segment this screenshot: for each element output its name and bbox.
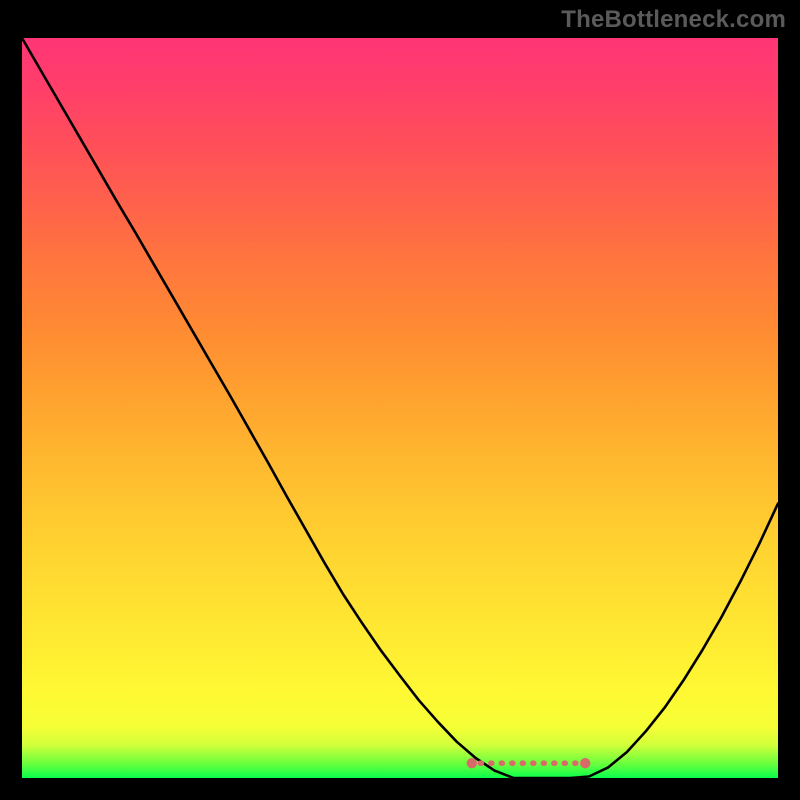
optimal-dash (530, 760, 537, 766)
optimal-dash (520, 760, 527, 766)
chart-frame: TheBottleneck.com (0, 0, 800, 800)
optimal-dash (562, 760, 569, 766)
optimal-dash (488, 760, 495, 766)
optimal-dash (572, 760, 579, 766)
optimal-dash (499, 760, 506, 766)
plot-area (22, 38, 778, 778)
optimal-endpoint (467, 758, 477, 768)
optimal-dash (509, 760, 516, 766)
watermark-text: TheBottleneck.com (561, 6, 786, 34)
optimal-endpoint (580, 758, 590, 768)
optimal-dash (551, 760, 558, 766)
optimal-dash (478, 760, 485, 766)
curve-layer (22, 38, 778, 778)
optimal-dash (541, 760, 548, 766)
bottleneck-curve (22, 38, 778, 778)
